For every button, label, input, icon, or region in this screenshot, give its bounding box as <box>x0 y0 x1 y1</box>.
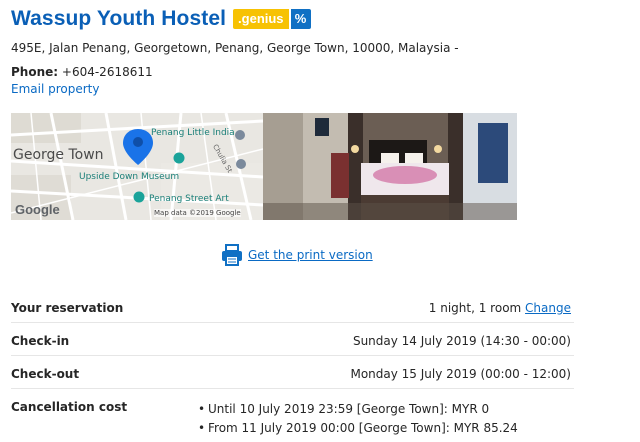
reservation-label: Your reservation <box>11 301 124 315</box>
checkin-row: Check-in Sunday 14 July 2019 (14:30 - 00… <box>11 323 574 356</box>
hotel-phone: Phone: +604-2618611 <box>11 65 153 79</box>
checkout-value: Monday 15 July 2019 (00:00 - 12:00) <box>350 367 571 381</box>
checkout-label: Check-out <box>11 367 80 381</box>
reservation-summary: 1 night, 1 room <box>428 301 522 315</box>
room-photo[interactable] <box>263 113 517 220</box>
email-property-link[interactable]: Email property <box>11 82 99 96</box>
print-version-link[interactable]: Get the print version <box>248 248 373 262</box>
map-attribution: Map data ©2019 Google <box>154 209 241 217</box>
checkin-label: Check-in <box>11 334 70 348</box>
google-logo: Google <box>15 202 60 217</box>
print-version-row[interactable]: Get the print version <box>221 244 373 266</box>
checkin-value: Sunday 14 July 2019 (14:30 - 00:00) <box>352 334 571 348</box>
reservation-row: Your reservation 1 night, 1 room Change <box>11 290 574 323</box>
reservation-value: 1 night, 1 room Change <box>429 301 571 315</box>
room-photo-graphic <box>263 113 517 220</box>
map-poi-little-india: Penang Little India <box>151 128 235 138</box>
checkout-row: Check-out Monday 15 July 2019 (00:00 - 1… <box>11 356 574 389</box>
phone-value: +604-2618611 <box>61 65 153 79</box>
phone-label: Phone: <box>11 65 59 79</box>
cancellation-item: From 11 July 2019 00:00 [George Town]: M… <box>198 419 518 438</box>
genius-badge: .genius % <box>233 9 311 29</box>
map-city-label: George Town <box>13 147 104 163</box>
map-poi-street-art: Penang Street Art <box>149 194 229 204</box>
location-map[interactable]: George Town Penang Little India Upside D… <box>11 113 263 220</box>
genius-label: .genius <box>233 9 289 29</box>
printer-icon <box>222 244 242 266</box>
map-poi-upside-down: Upside Down Museum <box>79 172 180 182</box>
reservation-table: Your reservation 1 night, 1 room Change … <box>11 290 574 442</box>
cancellation-label: Cancellation cost <box>11 400 128 414</box>
genius-percent-icon: % <box>290 9 311 29</box>
cancellation-row: Cancellation cost Until 10 July 2019 23:… <box>11 389 574 442</box>
hotel-name[interactable]: Wassup Youth Hostel <box>11 7 226 31</box>
cancellation-item: Until 10 July 2019 23:59 [George Town]: … <box>198 400 518 419</box>
change-reservation-link[interactable]: Change <box>525 301 571 315</box>
cancellation-list: Until 10 July 2019 23:59 [George Town]: … <box>198 400 518 438</box>
hotel-header: Wassup Youth Hostel .genius % <box>11 6 311 32</box>
hotel-address: 495E, Jalan Penang, Georgetown, Penang, … <box>11 41 459 55</box>
